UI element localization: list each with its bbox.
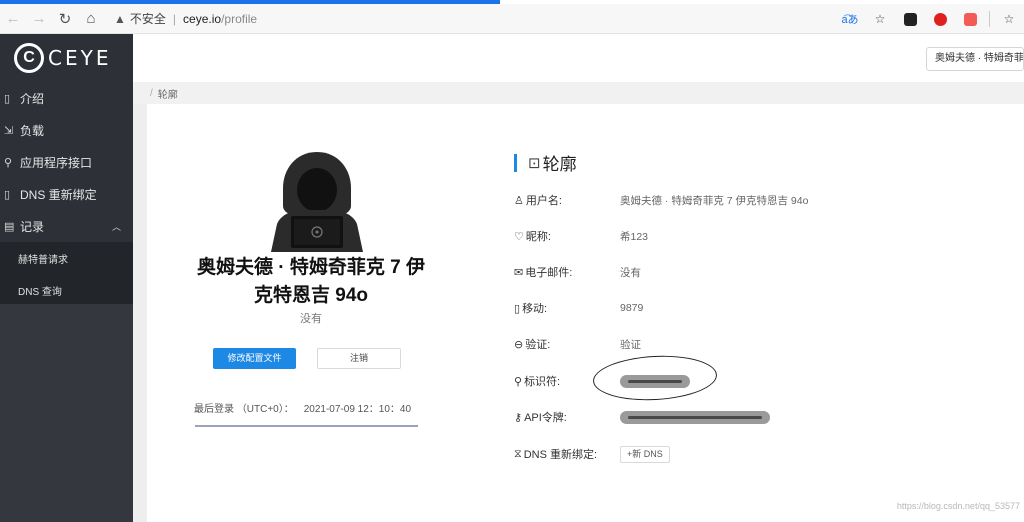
payload-icon: ⇲ <box>4 124 14 137</box>
red-extension-icon[interactable] <box>955 4 985 34</box>
field-label: 标识符: <box>524 376 561 388</box>
rocket-icon: ⚲ <box>514 375 523 388</box>
breadcrumb-separator: / <box>150 87 153 99</box>
profile-card: 奥姆夫德 · 特姆奇菲克 7 伊克特恩吉 94o 没有 修改配置文件 注销 最后… <box>147 104 1024 522</box>
dns-icon: ▯ <box>4 188 11 201</box>
lock-icon: ⊖ <box>514 338 524 351</box>
breadcrumb-current: 轮廓 <box>157 89 178 101</box>
extension-icon[interactable] <box>895 4 925 34</box>
sidebar-item-dns-rebinding[interactable]: ▯ DNS 重新绑定 <box>0 178 133 210</box>
field-label: 移动: <box>522 303 548 315</box>
hourglass-icon: ⧖ <box>514 447 522 460</box>
field-label: API令牌: <box>524 412 567 424</box>
url-host: ceye.io <box>183 11 222 26</box>
field-verify: ⊖ 验证: 验证 <box>514 334 641 354</box>
forward-arrow-icon[interactable]: → <box>26 6 52 32</box>
toolbar-divider <box>989 11 990 27</box>
reload-icon[interactable]: ↻ <box>52 6 78 32</box>
profile-subtitle: 没有 <box>300 313 322 325</box>
opera-icon[interactable] <box>925 4 955 34</box>
sidebar-item-api[interactable]: ⚲ 应用程序接口 <box>0 146 133 178</box>
url-separator: | <box>172 11 177 26</box>
browser-extensions: a͡あ ☆ ☆ <box>835 4 1024 34</box>
field-email: ✉ 电子邮件: 没有 <box>514 262 641 282</box>
field-label: 验证: <box>525 339 551 351</box>
breadcrumb: / 轮廓 <box>133 82 1024 104</box>
nickname-value: 希123 <box>620 230 649 243</box>
sidebar-item-intro[interactable]: ▯ 介绍 <box>0 82 133 114</box>
chevron-up-icon: ︿ <box>111 221 121 232</box>
field-nickname: ♡ 昵称: 希123 <box>514 226 648 246</box>
profile-name: 奥姆夫德 · 特姆奇菲克 7 伊克特恩吉 94o <box>196 257 425 306</box>
sidebar-item-label: 应用程序接口 <box>20 155 93 170</box>
section-title-text: 轮廓 <box>542 155 577 174</box>
api-icon: ⚲ <box>4 156 13 169</box>
sidebar-subitem-dns-query[interactable]: DNS 查询 <box>0 274 133 306</box>
divider-line <box>195 425 418 427</box>
address-bar[interactable]: ▲ 不安全 | ceye.io /profile <box>114 7 257 31</box>
url-path: /profile <box>221 11 258 26</box>
mail-icon: ✉ <box>514 266 524 279</box>
field-api-token: ⚷ API令牌: <box>514 407 770 427</box>
logo-text: CEYE <box>48 46 112 70</box>
sidebar-item-label: DNS 重新绑定 <box>20 187 97 202</box>
collections-icon[interactable]: ☆ <box>994 4 1024 34</box>
logout-button[interactable]: 注销 <box>317 348 401 369</box>
hacker-avatar-icon <box>271 152 363 252</box>
field-label: 用户名: <box>525 195 562 207</box>
mobile-value: 9879 <box>620 302 644 314</box>
sidebar-subitem-http[interactable]: 赫特普请求 <box>0 242 133 274</box>
field-label: DNS 重新绑定: <box>523 449 598 461</box>
section-title: ⊡ 轮廓 <box>514 150 577 175</box>
read-aloud-icon[interactable]: a͡あ <box>835 4 865 34</box>
last-login-label: 最后登录 （UTC+0）： <box>194 404 294 415</box>
sidebar-item-records[interactable]: ▤ 记录 ︿ <box>0 210 133 242</box>
records-icon: ▤ <box>4 220 15 233</box>
logo[interactable]: C CEYE <box>0 34 133 82</box>
browser-toolbar: ← → ↻ ⌂ ▲ 不安全 | ceye.io /profile a͡あ ☆ ☆ <box>0 4 1024 34</box>
title-accent-bar <box>514 153 517 172</box>
field-mobile: ▯ 移动: 9879 <box>514 298 643 318</box>
profile-card-icon: ⊡ <box>528 154 541 172</box>
sidebar-item-label: 记录 <box>20 219 45 234</box>
intro-icon: ▯ <box>4 92 11 105</box>
warning-icon: ▲ <box>114 11 126 26</box>
content-area: 奥姆夫德 · 特姆奇菲克 7 伊克特恩吉 94o 没有 修改配置文件 注销 最后… <box>133 104 1024 522</box>
username-value: 奥姆夫德 · 特姆奇菲克 7 伊克特恩吉 94o <box>620 194 809 207</box>
new-dns-button[interactable]: +新 DNS <box>620 445 670 463</box>
field-label: 电子邮件: <box>525 267 573 279</box>
favorite-star-icon[interactable]: ☆ <box>865 4 895 34</box>
field-username: ♙ 用户名: 奥姆夫德 · 特姆奇菲克 7 伊克特恩吉 94o <box>514 190 808 210</box>
home-icon[interactable]: ⌂ <box>78 6 104 32</box>
last-login-value: 2021-07-09 12：10：40 <box>303 404 412 415</box>
sidebar-item-payload[interactable]: ⇲ 负载 <box>0 114 133 146</box>
user-icon: ♙ <box>514 194 524 207</box>
sidebar-empty-area <box>0 304 133 522</box>
sidebar-item-label: 负载 <box>20 123 45 138</box>
last-login: 最后登录 （UTC+0）： 2021-07-09 12：10：40 <box>194 400 411 415</box>
security-status: 不安全 <box>129 12 166 26</box>
field-label: 昵称: <box>525 231 551 243</box>
sidebar-item-label: 介绍 <box>20 91 45 106</box>
sidebar: C CEYE ▯ 介绍 ⇲ 负载 ⚲ 应用程序接口 ▯ DNS 重新绑定 ▤ 记… <box>0 34 133 522</box>
user-menu-button[interactable]: 奥姆夫德 · 特姆奇菲克 7 伊克特恩吉 94o <box>926 47 1024 71</box>
key-icon: ⚷ <box>514 411 523 424</box>
edit-profile-button[interactable]: 修改配置文件 <box>213 348 296 369</box>
phone-icon: ▯ <box>514 302 521 315</box>
verify-value: 验证 <box>620 338 641 351</box>
heart-icon: ♡ <box>514 230 524 243</box>
watermark: https://blog.csdn.net/qq_53577 <box>896 501 1020 511</box>
ceye-logo-icon: C <box>14 43 44 73</box>
records-submenu: 赫特普请求 DNS 查询 <box>0 242 133 306</box>
email-value: 没有 <box>620 266 641 279</box>
api-token-redacted <box>620 410 770 424</box>
back-arrow-icon[interactable]: ← <box>0 6 26 32</box>
field-dns-rebinding: ⧖ DNS 重新绑定: +新 DNS <box>514 444 670 464</box>
